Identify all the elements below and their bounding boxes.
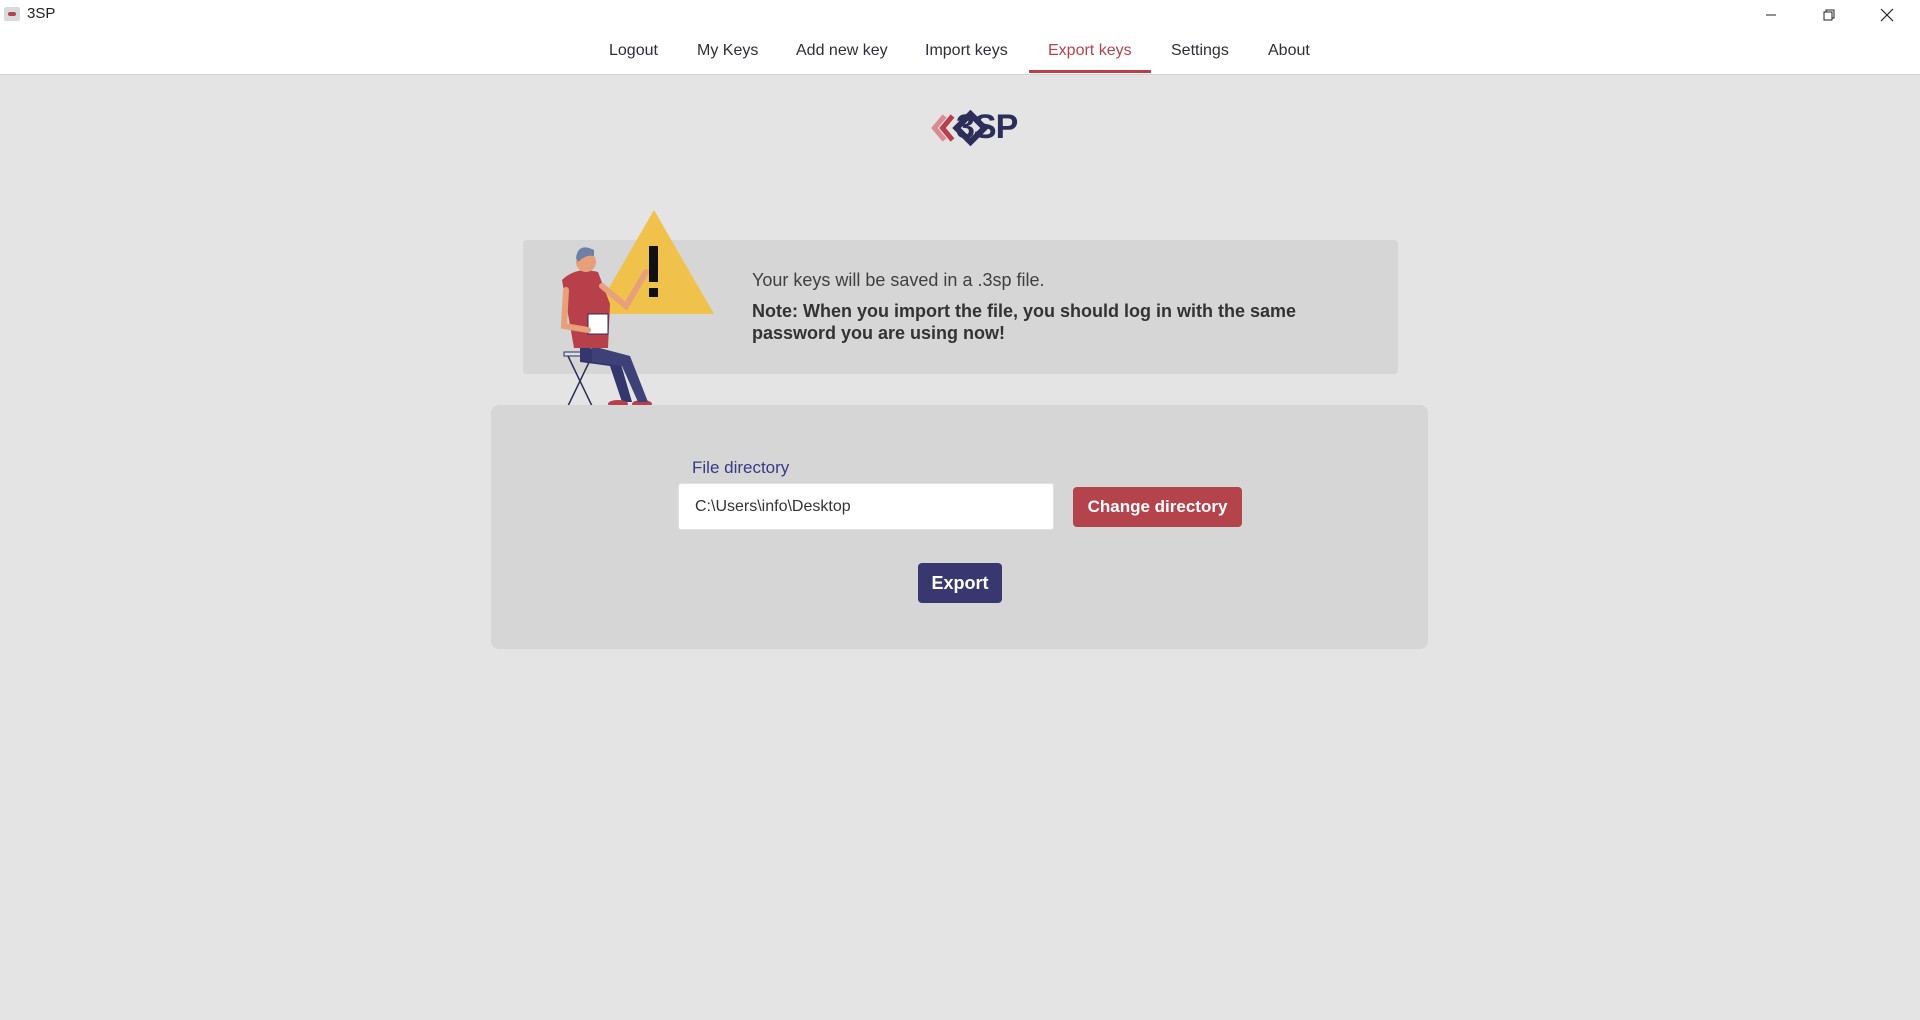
nav-my-keys[interactable]: My Keys [697,42,758,60]
window-title: 3SP [27,5,56,22]
notice-text-note: Note: When you import the file, you shou… [752,301,1297,343]
file-directory-input[interactable] [678,483,1054,530]
close-button[interactable] [1858,0,1916,29]
nav-bar: Logout My Keys Add new key Import keys E… [0,29,1920,75]
file-directory-label: File directory [692,458,790,477]
minimize-icon [1766,14,1776,15]
app-icon [4,7,20,21]
close-icon [1880,8,1894,21]
minimize-button[interactable] [1742,0,1800,29]
nav-import-keys[interactable]: Import keys [925,42,1008,60]
nav-export-keys[interactable]: Export keys [1048,42,1132,60]
logo-text: 3SP [956,108,1018,146]
nav-logout[interactable]: Logout [609,42,658,60]
nav-settings[interactable]: Settings [1171,42,1229,60]
notice-text-primary: Your keys will be saved in a .3sp file. [752,270,1045,290]
restore-icon [1823,9,1835,20]
warning-illustration [560,210,714,406]
title-bar: 3SP [0,0,1920,29]
export-button[interactable]: Export [918,563,1002,603]
nav-about[interactable]: About [1268,42,1310,60]
active-tab-indicator [1029,70,1151,73]
nav-add-new-key[interactable]: Add new key [796,42,888,60]
restore-button[interactable] [1800,0,1858,29]
change-directory-button[interactable]: Change directory [1073,487,1242,527]
